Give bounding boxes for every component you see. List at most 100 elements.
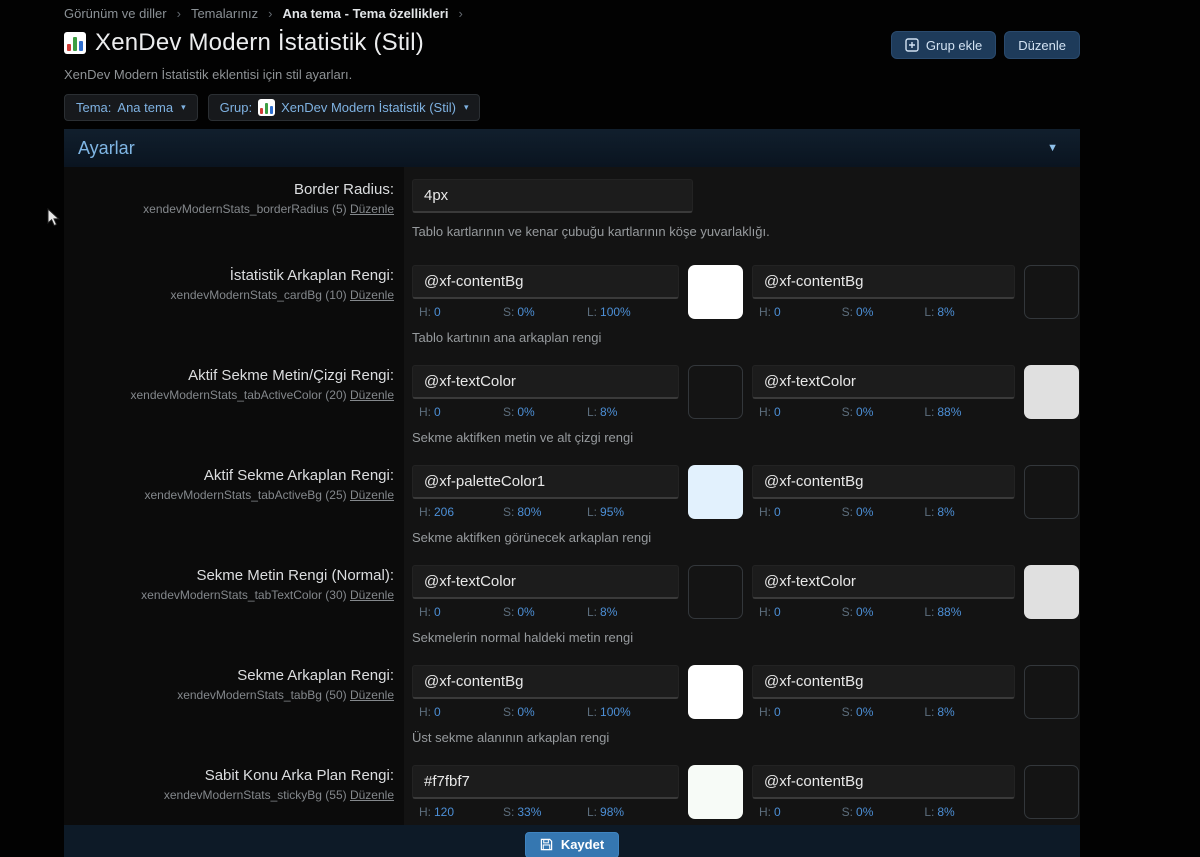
hsl-h: H:0 <box>419 605 503 619</box>
color-swatch-secondary[interactable] <box>1024 465 1079 519</box>
color-value-input[interactable] <box>412 465 679 499</box>
hsl-h: H:0 <box>419 405 503 419</box>
hsl-h-label: H: <box>419 505 431 519</box>
color-swatch-primary[interactable] <box>688 365 743 419</box>
breadcrumb-item-current[interactable]: Ana tema - Tema özellikleri <box>283 6 449 21</box>
color-swatch-secondary[interactable] <box>1024 765 1079 819</box>
color-value-input[interactable] <box>412 765 679 799</box>
color-swatch-secondary[interactable] <box>1024 265 1079 319</box>
color-swatch-primary[interactable] <box>688 765 743 819</box>
page-title: XenDev Modern İstatistik (Stil) <box>95 29 424 57</box>
breadcrumb-item-styles[interactable]: Temalarınız <box>191 6 258 21</box>
setting-property: xendevModernStats_borderRadius (5) Düzen… <box>64 202 394 216</box>
hsl-h: H:0 <box>759 505 842 519</box>
hsl-l: L:95% <box>587 505 671 519</box>
hsl-s: S:0% <box>503 405 587 419</box>
hsl-values: H:0S:0%L:8% <box>412 599 679 619</box>
color-value-input[interactable] <box>752 765 1015 799</box>
hsl-s-value: 0% <box>856 705 873 719</box>
hsl-s-value: 0% <box>517 705 534 719</box>
hsl-values: H:0S:0%L:8% <box>752 299 1015 319</box>
hsl-s: S:0% <box>842 705 925 719</box>
settings-panel-header[interactable]: Ayarlar ▼ <box>64 129 1080 167</box>
hsl-values: H:0S:0%L:100% <box>412 699 679 719</box>
color-swatch-primary[interactable] <box>688 465 743 519</box>
hsl-h-value: 0 <box>434 405 441 419</box>
color-swatch-primary[interactable] <box>688 565 743 619</box>
color-swatch-primary[interactable] <box>688 265 743 319</box>
setting-control-cell: H:0S:0%L:100%H:0S:0%L:8%Üst sekme alanın… <box>404 653 1080 753</box>
color-field-primary: H:0S:0%L:8% <box>412 565 679 619</box>
hsl-l-label: L: <box>924 805 934 819</box>
mouse-cursor <box>47 208 61 228</box>
setting-property: xendevModernStats_tabActiveBg (25) Düzen… <box>64 488 394 502</box>
group-selector[interactable]: Grup: XenDev Modern İstatistik (Stil) ▾ <box>208 94 481 121</box>
hsl-s-value: 0% <box>517 605 534 619</box>
setting-property: xendevModernStats_stickyBg (55) Düzenle <box>64 788 394 802</box>
edit-property-link[interactable]: Düzenle <box>350 388 394 402</box>
color-value-input[interactable] <box>752 565 1015 599</box>
edit-property-link[interactable]: Düzenle <box>350 288 394 302</box>
setting-row: Border Radius:xendevModernStats_borderRa… <box>64 167 1080 253</box>
hsl-s: S:0% <box>842 605 925 619</box>
breadcrumb-item-appearance[interactable]: Görünüm ve diller <box>64 6 167 21</box>
setting-label: İstatistik Arkaplan Rengi: <box>64 267 394 284</box>
hsl-values: H:120S:33%L:98% <box>412 799 679 819</box>
filter-bar: Tema: Ana tema ▾ Grup: XenDev Modern İst… <box>64 94 1080 121</box>
settings-list: Border Radius:xendevModernStats_borderRa… <box>64 167 1080 825</box>
color-value-input[interactable] <box>412 365 679 399</box>
edit-property-link[interactable]: Düzenle <box>350 588 394 602</box>
color-value-input[interactable] <box>752 665 1015 699</box>
color-field-secondary: H:0S:0%L:88% <box>752 565 1015 619</box>
color-value-input[interactable] <box>412 265 679 299</box>
color-value-input[interactable] <box>752 365 1015 399</box>
setting-label-cell: Aktif Sekme Arkaplan Rengi:xendevModernS… <box>64 453 404 553</box>
hsl-values: H:0S:0%L:88% <box>752 399 1015 419</box>
color-swatch-secondary[interactable] <box>1024 565 1079 619</box>
color-swatch-secondary[interactable] <box>1024 365 1079 419</box>
setting-description: Sekme aktifken metin ve alt çizgi rengi <box>412 430 972 445</box>
color-swatch-secondary[interactable] <box>1024 665 1079 719</box>
hsl-h-label: H: <box>759 305 771 319</box>
hsl-l: L:8% <box>924 705 1007 719</box>
hsl-values: H:0S:0%L:8% <box>412 399 679 419</box>
hsl-s-label: S: <box>842 805 853 819</box>
title-wrap: XenDev Modern İstatistik (Stil) <box>64 29 424 57</box>
save-button[interactable]: Kaydet <box>525 832 619 857</box>
hsl-s-value: 0% <box>856 305 873 319</box>
hsl-h: H:0 <box>419 305 503 319</box>
hsl-values: H:0S:0%L:8% <box>752 699 1015 719</box>
setting-control-cell: Tablo kartlarının ve kenar çubuğu kartla… <box>404 167 1080 253</box>
edit-property-link[interactable]: Düzenle <box>350 788 394 802</box>
color-value-input[interactable] <box>752 465 1015 499</box>
color-input-group: H:0S:0%L:100%H:0S:0%L:8% <box>412 665 1080 719</box>
bar-chart-icon <box>64 32 86 54</box>
hsl-h-label: H: <box>759 705 771 719</box>
color-field-secondary: H:0S:0%L:88% <box>752 365 1015 419</box>
hsl-l-value: 8% <box>937 505 954 519</box>
edit-property-link[interactable]: Düzenle <box>350 688 394 702</box>
color-value-input[interactable] <box>412 565 679 599</box>
edit-property-link[interactable]: Düzenle <box>350 202 394 216</box>
hsl-h-label: H: <box>759 605 771 619</box>
theme-selector[interactable]: Tema: Ana tema ▾ <box>64 94 198 121</box>
admin-page: Görünüm ve diller › Temalarınız › Ana te… <box>0 0 1200 857</box>
edit-property-link[interactable]: Düzenle <box>350 488 394 502</box>
hsl-s-label: S: <box>503 605 514 619</box>
hsl-s-value: 33% <box>517 805 541 819</box>
collapse-chevron-icon[interactable]: ▼ <box>1047 142 1066 154</box>
hsl-l-label: L: <box>924 705 934 719</box>
edit-button[interactable]: Düzenle <box>1004 31 1080 59</box>
color-value-input[interactable] <box>752 265 1015 299</box>
color-value-input[interactable] <box>412 665 679 699</box>
color-field-primary: H:206S:80%L:95% <box>412 465 679 519</box>
hsl-l-value: 8% <box>937 705 954 719</box>
setting-label: Aktif Sekme Metin/Çizgi Rengi: <box>64 367 394 384</box>
color-swatch-primary[interactable] <box>688 665 743 719</box>
add-group-button[interactable]: Grup ekle <box>891 31 996 59</box>
text-value-input[interactable] <box>412 179 693 213</box>
hsl-s: S:33% <box>503 805 587 819</box>
hsl-s-value: 0% <box>856 605 873 619</box>
hsl-s-label: S: <box>842 405 853 419</box>
hsl-h: H:0 <box>759 605 842 619</box>
